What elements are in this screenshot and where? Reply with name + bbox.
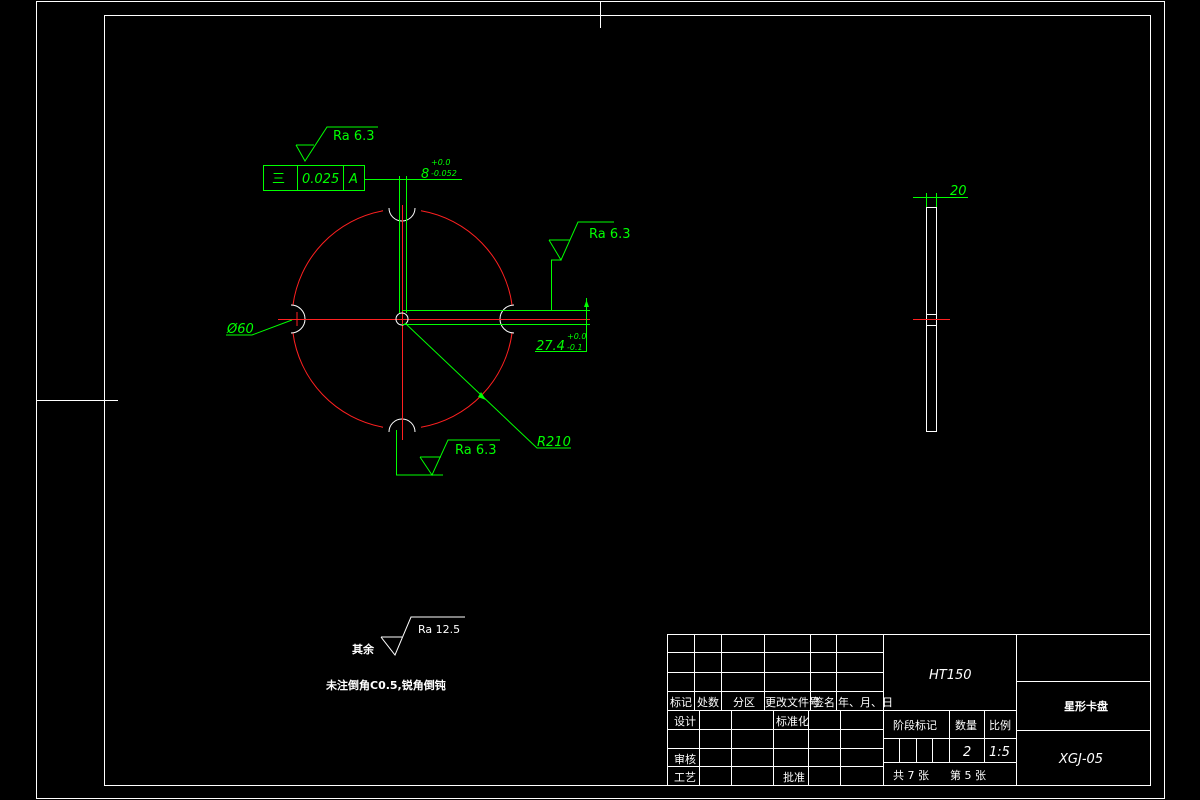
offset-value: 27.4: [536, 339, 565, 354]
roughness-top-label: Ra 6.3: [333, 129, 375, 144]
header-signature: 签名: [813, 695, 835, 709]
process-label: 工艺: [674, 771, 696, 784]
remaining-roughness: Ra 12.5: [418, 623, 460, 636]
tolerance-datum: A: [348, 172, 358, 187]
general-notes: Ra 12.5 其余 未注倒角C0.5,锐角倒钝: [325, 616, 465, 692]
center-lines: [278, 205, 590, 440]
tolerance-symbol: 三: [272, 172, 285, 187]
slot-width-value: 8: [421, 167, 429, 182]
scale-value: 1:5: [989, 745, 1010, 760]
slot-width-lower: -0.052: [431, 169, 457, 178]
roughness-right-label: Ra 6.3: [589, 227, 631, 242]
slot-width-upper: +0.0: [431, 158, 450, 167]
side-view: 20: [913, 184, 968, 432]
design-label: 设计: [674, 715, 696, 728]
approve-label: 批准: [783, 770, 805, 784]
drawing-number: XGJ-05: [1058, 752, 1103, 767]
remaining-label: 其余: [352, 642, 375, 656]
quantity-value: 2: [963, 745, 971, 760]
standardization-label: 标准化: [776, 714, 809, 728]
radius-label: R210: [537, 435, 571, 450]
offset-dimension: 27.4 +0.0 -0.1: [402, 298, 590, 354]
scale-label: 比例: [989, 718, 1011, 732]
sheet-total: 共 7 张: [893, 769, 929, 782]
quantity-label: 数量: [955, 719, 977, 732]
engineering-drawing: 8 +0.0 -0.052 三 0.025 A Ra 6.3 27.4 +0.0…: [36, 1, 1165, 799]
chamfer-note: 未注倒角C0.5,锐角倒钝: [325, 678, 446, 692]
tolerance-value: 0.025: [302, 172, 339, 187]
header-mark: 标记: [670, 695, 692, 709]
header-change-doc: 更改文件号: [765, 695, 820, 709]
review-label: 审核: [674, 752, 696, 766]
offset-upper: +0.0: [567, 332, 586, 341]
header-zone: 分区: [733, 696, 755, 709]
part-name: 星形卡盘: [1064, 699, 1108, 713]
roughness-symbol-top: Ra 6.3: [295, 126, 378, 162]
tolerance-frame: 三 0.025 A: [263, 165, 365, 191]
roughness-symbol-bottom: Ra 6.3: [396, 430, 500, 477]
header-date: 年、月、日: [838, 695, 893, 709]
offset-lower: -0.1: [567, 343, 583, 352]
slot-width-dimension: 8 +0.0 -0.052: [364, 158, 462, 313]
title-block: 标记 处数 分区 更改文件号 签名 年、月、日 设计 标准化 审核 工艺 批准 …: [667, 634, 1151, 786]
drawing-frame: [36, 1, 1165, 799]
front-view: 8 +0.0 -0.052 三 0.025 A Ra 6.3 27.4 +0.0…: [226, 126, 631, 477]
stage-mark-label: 阶段标记: [893, 718, 937, 732]
roughness-symbol-right: Ra 6.3: [548, 221, 631, 310]
thickness-label: 20: [950, 184, 967, 199]
diameter-label: Ø60: [226, 322, 254, 337]
header-count: 处数: [697, 696, 719, 709]
roughness-bottom-label: Ra 6.3: [455, 443, 497, 458]
sheet-number: 第 5 张: [950, 768, 986, 782]
material: HT150: [929, 668, 972, 683]
diameter-dimension: Ø60: [226, 319, 293, 337]
